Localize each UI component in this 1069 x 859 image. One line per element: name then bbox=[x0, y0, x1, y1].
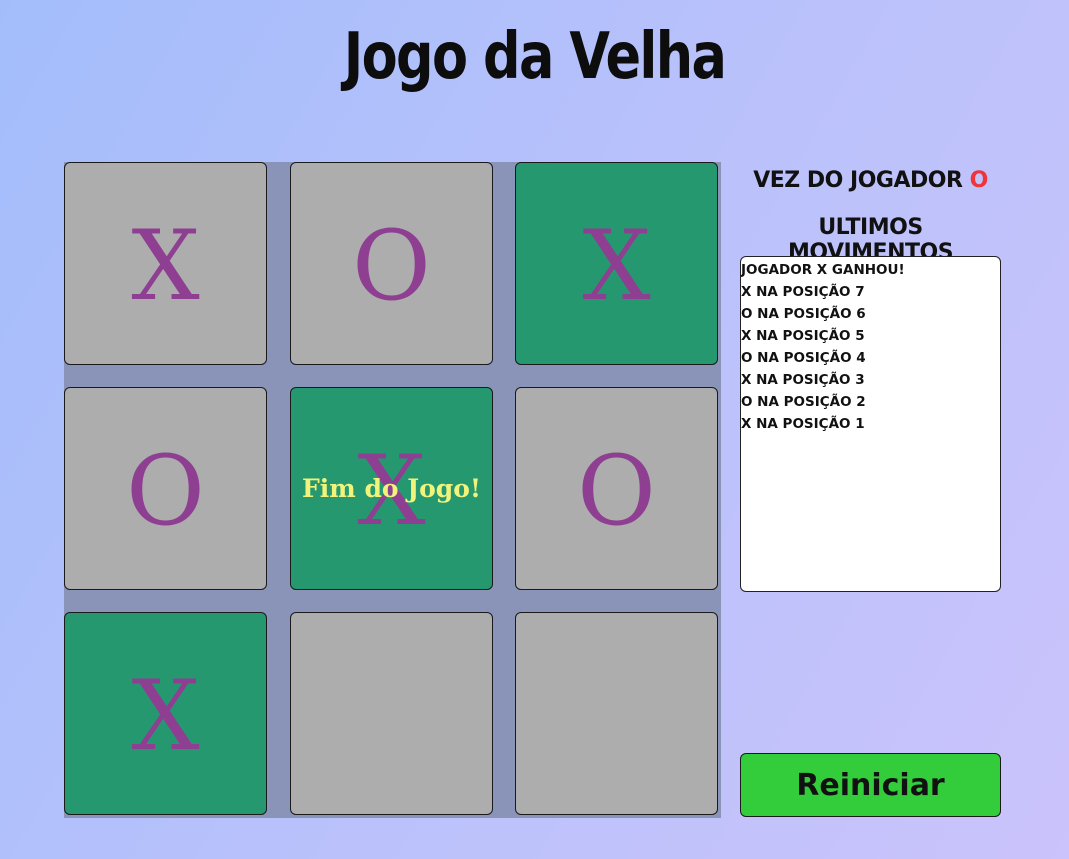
cell-mark: O bbox=[577, 434, 656, 547]
board-cell-6[interactable]: O bbox=[515, 387, 718, 590]
list-item: X NA POSIÇÃO 3 bbox=[741, 372, 865, 388]
game-title: Jogo da Velha bbox=[343, 20, 727, 94]
cell-mark: O bbox=[352, 209, 431, 322]
cell-mark bbox=[516, 613, 717, 814]
cell-mark bbox=[291, 613, 492, 814]
board-cell-9[interactable] bbox=[515, 612, 718, 815]
board-cell-4[interactable]: O bbox=[64, 387, 267, 590]
turn-indicator: VEZ DO JOGADOR O bbox=[740, 168, 1001, 193]
board-cell-1[interactable]: X bbox=[64, 162, 267, 365]
board-cell-7[interactable]: X bbox=[64, 612, 267, 815]
moves-list[interactable]: JOGADOR X GANHOU! X NA POSIÇÃO 7 O NA PO… bbox=[740, 256, 1001, 592]
cell-mark: X bbox=[131, 659, 200, 772]
current-player: O bbox=[969, 168, 989, 193]
list-item: O NA POSIÇÃO 6 bbox=[741, 306, 866, 322]
game-board: X O X O X Fim do Jogo! O X bbox=[64, 162, 721, 818]
board-cell-3[interactable]: X bbox=[515, 162, 718, 365]
cell-mark: X bbox=[582, 209, 651, 322]
list-item: X NA POSIÇÃO 7 bbox=[741, 284, 865, 300]
cell-mark: O bbox=[126, 434, 205, 547]
list-item: X NA POSIÇÃO 1 bbox=[741, 416, 865, 432]
board-cell-2[interactable]: O bbox=[290, 162, 493, 365]
board-cell-5[interactable]: X Fim do Jogo! bbox=[290, 387, 493, 590]
cell-mark: X bbox=[131, 209, 200, 322]
restart-button[interactable]: Reiniciar bbox=[740, 753, 1001, 817]
list-item: O NA POSIÇÃO 2 bbox=[741, 394, 866, 410]
board-cell-8[interactable] bbox=[290, 612, 493, 815]
list-item: JOGADOR X GANHOU! bbox=[741, 262, 905, 278]
cell-mark: X bbox=[357, 434, 426, 547]
list-item: X NA POSIÇÃO 5 bbox=[741, 328, 865, 344]
turn-label: VEZ DO JOGADOR bbox=[753, 168, 963, 193]
list-item: O NA POSIÇÃO 4 bbox=[741, 350, 866, 366]
